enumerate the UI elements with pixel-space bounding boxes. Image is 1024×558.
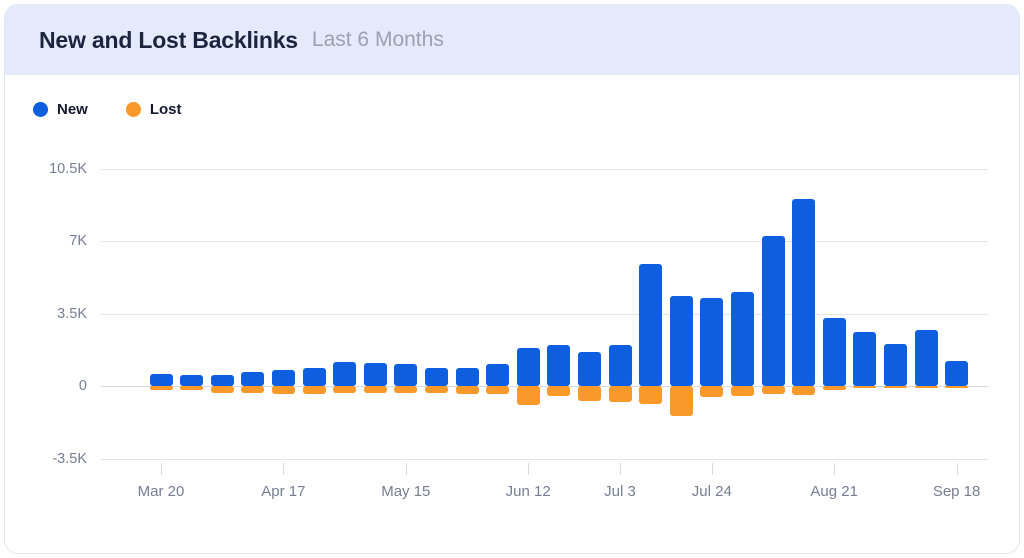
bar-lost[interactable] — [639, 386, 663, 404]
bar-lost[interactable] — [547, 386, 571, 396]
chart-plot-area: 10.5K 7K 3.5K 0 -3.5K Mar 20 Apr 17 May 15 Jun 1… — [5, 5, 1019, 553]
screenshot-root: New and Lost Backlinks Last 6 Months New… — [0, 0, 1024, 558]
bar-lost[interactable] — [822, 386, 846, 390]
bar-new[interactable] — [853, 331, 877, 386]
bar-lost[interactable] — [333, 386, 357, 393]
bar-lost[interactable] — [394, 386, 418, 393]
bar-lost[interactable] — [914, 386, 938, 388]
x-axis-tick-mark — [956, 463, 958, 475]
bar-lost[interactable] — [700, 386, 724, 397]
bar-lost[interactable] — [945, 386, 969, 388]
gridline-y--3.5K — [101, 458, 988, 460]
bar-lost[interactable] — [883, 386, 907, 388]
x-axis-tick-label: Apr 17 — [261, 483, 306, 500]
bar-lost[interactable] — [455, 386, 479, 394]
bar-new[interactable] — [914, 329, 938, 386]
bar-new[interactable] — [945, 361, 969, 386]
bar-new[interactable] — [424, 367, 448, 386]
bar-new[interactable] — [516, 348, 540, 386]
bar-new[interactable] — [302, 367, 326, 386]
x-axis-tick-label: Jul 3 — [604, 483, 636, 500]
x-axis-tick-mark — [711, 463, 713, 475]
x-axis-tick-label: Aug 21 — [810, 483, 858, 500]
gridline-y-3.5K — [101, 313, 988, 315]
bar-lost[interactable] — [424, 386, 448, 394]
bar-lost[interactable] — [486, 386, 510, 395]
bar-new[interactable] — [761, 236, 785, 386]
backlinks-chart-card: New and Lost Backlinks Last 6 Months New… — [4, 4, 1020, 554]
bar-new[interactable] — [271, 370, 295, 386]
bar-lost[interactable] — [516, 386, 540, 405]
x-axis-tick-mark — [834, 463, 836, 475]
bar-lost[interactable] — [761, 386, 785, 395]
bar-new[interactable] — [822, 318, 846, 386]
bar-new[interactable] — [639, 263, 663, 386]
bar-new[interactable] — [486, 364, 510, 386]
bar-new[interactable] — [455, 367, 479, 386]
bar-new[interactable] — [577, 351, 601, 386]
bar-lost[interactable] — [271, 386, 295, 395]
bar-new[interactable] — [792, 198, 816, 386]
y-axis-tick-label: 10.5K — [49, 160, 87, 177]
x-axis-tick-label: May 15 — [381, 483, 431, 500]
x-axis-tick-label: Jul 24 — [691, 483, 732, 500]
y-axis-tick-label: -3.5K — [52, 450, 87, 467]
bar-new[interactable] — [241, 372, 265, 386]
bar-lost[interactable] — [363, 386, 387, 393]
bar-lost[interactable] — [608, 386, 632, 403]
x-axis-tick-mark — [161, 463, 162, 475]
bar-lost[interactable] — [577, 386, 601, 402]
y-axis-tick-label: 3.5K — [57, 305, 87, 322]
bar-lost[interactable] — [792, 386, 816, 396]
x-axis-tick-mark — [620, 463, 621, 475]
bar-new[interactable] — [700, 298, 724, 386]
bar-new[interactable] — [669, 295, 693, 386]
gridline-y-10.5K — [101, 168, 988, 170]
bar-lost[interactable] — [730, 386, 754, 396]
bar-lost[interactable] — [853, 386, 877, 388]
bar-new[interactable] — [333, 362, 357, 386]
x-axis-tick-label: Jun 12 — [505, 483, 551, 500]
bar-new[interactable] — [180, 375, 204, 386]
bar-lost[interactable] — [149, 386, 173, 390]
y-axis-tick-label: 0 — [78, 378, 87, 394]
gridline-y-7K — [101, 241, 988, 242]
bar-new[interactable] — [730, 291, 754, 386]
bar-new[interactable] — [547, 345, 571, 386]
y-axis-tick-label: 7K — [69, 233, 87, 249]
bar-new[interactable] — [210, 375, 234, 386]
bar-lost[interactable] — [302, 386, 326, 395]
bar-lost[interactable] — [241, 386, 265, 394]
x-axis-tick-mark — [405, 463, 407, 475]
bar-lost[interactable] — [669, 386, 693, 416]
x-axis-tick-label: Mar 20 — [137, 483, 185, 500]
bar-lost[interactable] — [180, 386, 204, 390]
bar-new[interactable] — [608, 344, 632, 386]
x-axis-tick-label: Sep 18 — [932, 483, 981, 500]
x-axis-tick-mark — [528, 463, 530, 475]
bar-lost[interactable] — [210, 386, 234, 393]
bar-new[interactable] — [363, 363, 387, 386]
bar-new[interactable] — [149, 374, 173, 386]
bar-new[interactable] — [394, 364, 418, 386]
x-axis-tick-mark — [283, 463, 285, 475]
bar-new[interactable] — [883, 343, 907, 386]
